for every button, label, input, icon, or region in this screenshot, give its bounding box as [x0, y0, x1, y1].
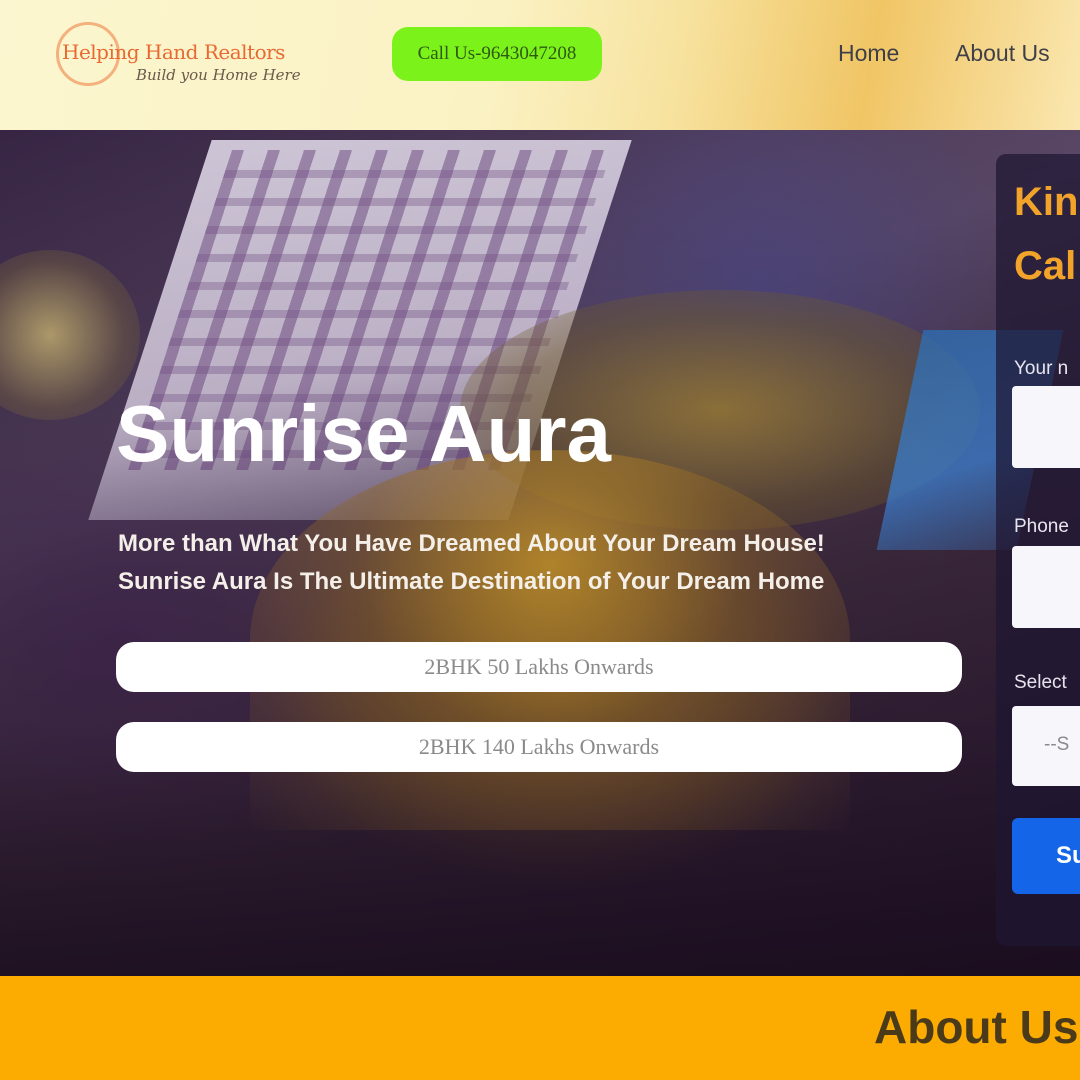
submit-button[interactable]: Su: [1012, 818, 1080, 894]
select-field-label: Select: [1014, 672, 1067, 693]
hero-deck-image: [250, 450, 850, 830]
phone-field-label: Phone: [1014, 516, 1069, 537]
hero-section: Sunrise Aura More than What You Have Dre…: [0, 130, 1080, 976]
logo-tagline: Build you Home Here: [136, 66, 301, 84]
form-title-line-1: Kin: [1014, 180, 1079, 224]
site-header: Helping Hand Realtors Build you Home Her…: [0, 0, 1080, 130]
about-section-title: About Us: [874, 1001, 1079, 1053]
name-input[interactable]: [1012, 386, 1080, 468]
hero-title: Sunrise Aura: [116, 389, 611, 478]
phone-input[interactable]: [1012, 546, 1080, 628]
configuration-select-value: --S: [1044, 734, 1070, 755]
hero-subtitle-line-2: Sunrise Aura Is The Ultimate Destination…: [118, 568, 825, 595]
price-option-button[interactable]: 2BHK 50 Lakhs Onwards: [116, 642, 962, 692]
about-section: About Us: [0, 976, 1080, 1080]
hero-subtitle-line-1: More than What You Have Dreamed About Yo…: [118, 530, 825, 557]
name-field-label: Your n: [1014, 358, 1069, 379]
enquiry-form-panel: Kin Cal Your n Phone Select --S Su: [996, 154, 1080, 946]
nav-about-link[interactable]: About Us: [955, 40, 1050, 67]
site-logo[interactable]: Helping Hand Realtors Build you Home Her…: [52, 20, 352, 92]
call-us-button[interactable]: Call Us-9643047208: [392, 27, 602, 81]
price-option-button[interactable]: 2BHK 140 Lakhs Onwards: [116, 722, 962, 772]
form-title-line-2: Cal: [1014, 244, 1077, 288]
logo-name: Helping Hand Realtors: [62, 40, 285, 64]
nav-home-link[interactable]: Home: [838, 40, 899, 67]
